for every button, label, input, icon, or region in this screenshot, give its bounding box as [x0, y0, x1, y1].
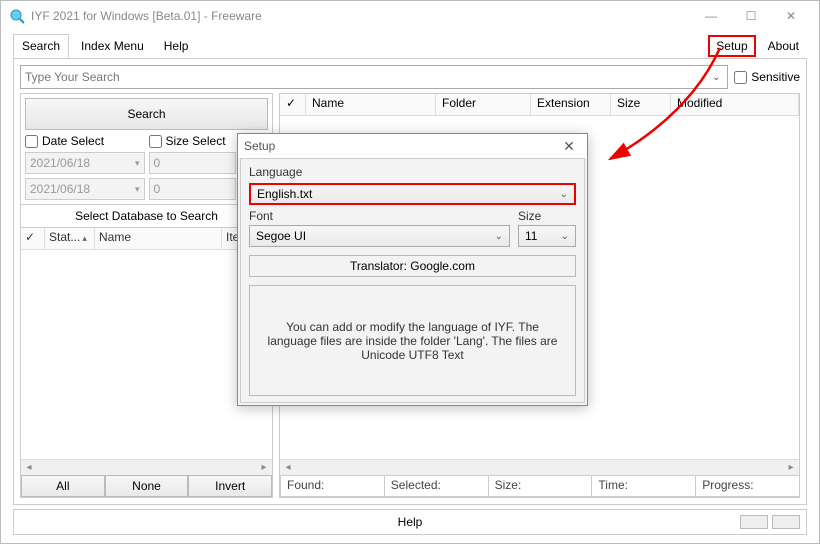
status-time: Time: [591, 475, 696, 497]
res-col-name[interactable]: Name [306, 94, 436, 115]
chevron-down-icon: ⌄ [560, 189, 568, 200]
size-to-input[interactable]: 0 [149, 178, 237, 200]
res-col-size[interactable]: Size [611, 94, 671, 115]
search-dropdown-icon[interactable]: ⌄ [709, 72, 723, 83]
tab-setup[interactable]: Setup [708, 35, 755, 57]
tab-about[interactable]: About [760, 35, 807, 57]
language-label: Language [249, 165, 576, 179]
db-title: Select Database to Search [21, 204, 272, 228]
help-label: Help [398, 515, 423, 529]
tab-index-menu[interactable]: Index Menu [73, 35, 152, 57]
tab-help[interactable]: Help [156, 35, 197, 57]
search-button[interactable]: Search [25, 98, 268, 130]
maximize-button[interactable]: ☐ [731, 2, 771, 30]
translator-info: Translator: Google.com [249, 255, 576, 277]
window-title: IYF 2021 for Windows [Beta.01] - Freewar… [31, 9, 262, 23]
mini-btn-1[interactable] [740, 515, 768, 529]
size-select[interactable]: 11 ⌄ [518, 225, 576, 247]
help-bar: Help [13, 509, 807, 535]
all-button[interactable]: All [21, 475, 105, 497]
status-size: Size: [488, 475, 593, 497]
sensitive-check-input[interactable] [734, 71, 747, 84]
app-icon [9, 8, 25, 24]
db-col-name[interactable]: Name [95, 228, 222, 250]
results-scrollbar[interactable]: ◂▸ [280, 459, 799, 475]
sensitive-label: Sensitive [751, 70, 800, 84]
chevron-down-icon: ⌄ [561, 231, 569, 242]
setup-dialog: Setup ✕ Language English.txt ⌄ Font Sego… [237, 133, 588, 406]
res-col-ext[interactable]: Extension [531, 94, 611, 115]
size-label: Size [518, 209, 576, 223]
dialog-close-button[interactable]: ✕ [557, 138, 581, 155]
date-select-checkbox[interactable]: Date Select [25, 134, 145, 148]
db-list [21, 250, 272, 459]
status-progress: Progress: [695, 475, 800, 497]
menubar: Search Index Menu Help Setup About [1, 31, 819, 59]
search-input[interactable]: Type Your Search ⌄ [20, 65, 728, 89]
invert-button[interactable]: Invert [188, 475, 272, 497]
res-col-check[interactable]: ✓ [280, 94, 306, 115]
close-button[interactable]: ✕ [771, 2, 811, 30]
date-from-input[interactable]: 2021/06/18▾ [25, 152, 145, 174]
date-to-input[interactable]: 2021/06/18▾ [25, 178, 145, 200]
status-found: Found: [280, 475, 385, 497]
db-scrollbar[interactable]: ◂▸ [21, 459, 272, 475]
minimize-button[interactable]: — [691, 2, 731, 30]
status-selected: Selected: [384, 475, 489, 497]
search-placeholder: Type Your Search [25, 70, 120, 84]
language-select[interactable]: English.txt ⌄ [249, 183, 576, 205]
dialog-title: Setup [244, 139, 275, 153]
mini-btn-2[interactable] [772, 515, 800, 529]
font-label: Font [249, 209, 510, 223]
res-col-folder[interactable]: Folder [436, 94, 531, 115]
font-select[interactable]: Segoe UI ⌄ [249, 225, 510, 247]
tab-search[interactable]: Search [13, 34, 69, 58]
db-col-stat[interactable]: Stat...▴ [45, 228, 95, 250]
res-col-modified[interactable]: Modified [671, 94, 799, 115]
size-from-input[interactable]: 0 [149, 152, 237, 174]
sensitive-checkbox[interactable]: Sensitive [734, 70, 800, 84]
titlebar: IYF 2021 for Windows [Beta.01] - Freewar… [1, 1, 819, 31]
none-button[interactable]: None [105, 475, 189, 497]
chevron-down-icon: ⌄ [495, 231, 503, 242]
db-col-check[interactable]: ✓ [21, 228, 45, 250]
language-info-text: You can add or modify the language of IY… [249, 285, 576, 396]
